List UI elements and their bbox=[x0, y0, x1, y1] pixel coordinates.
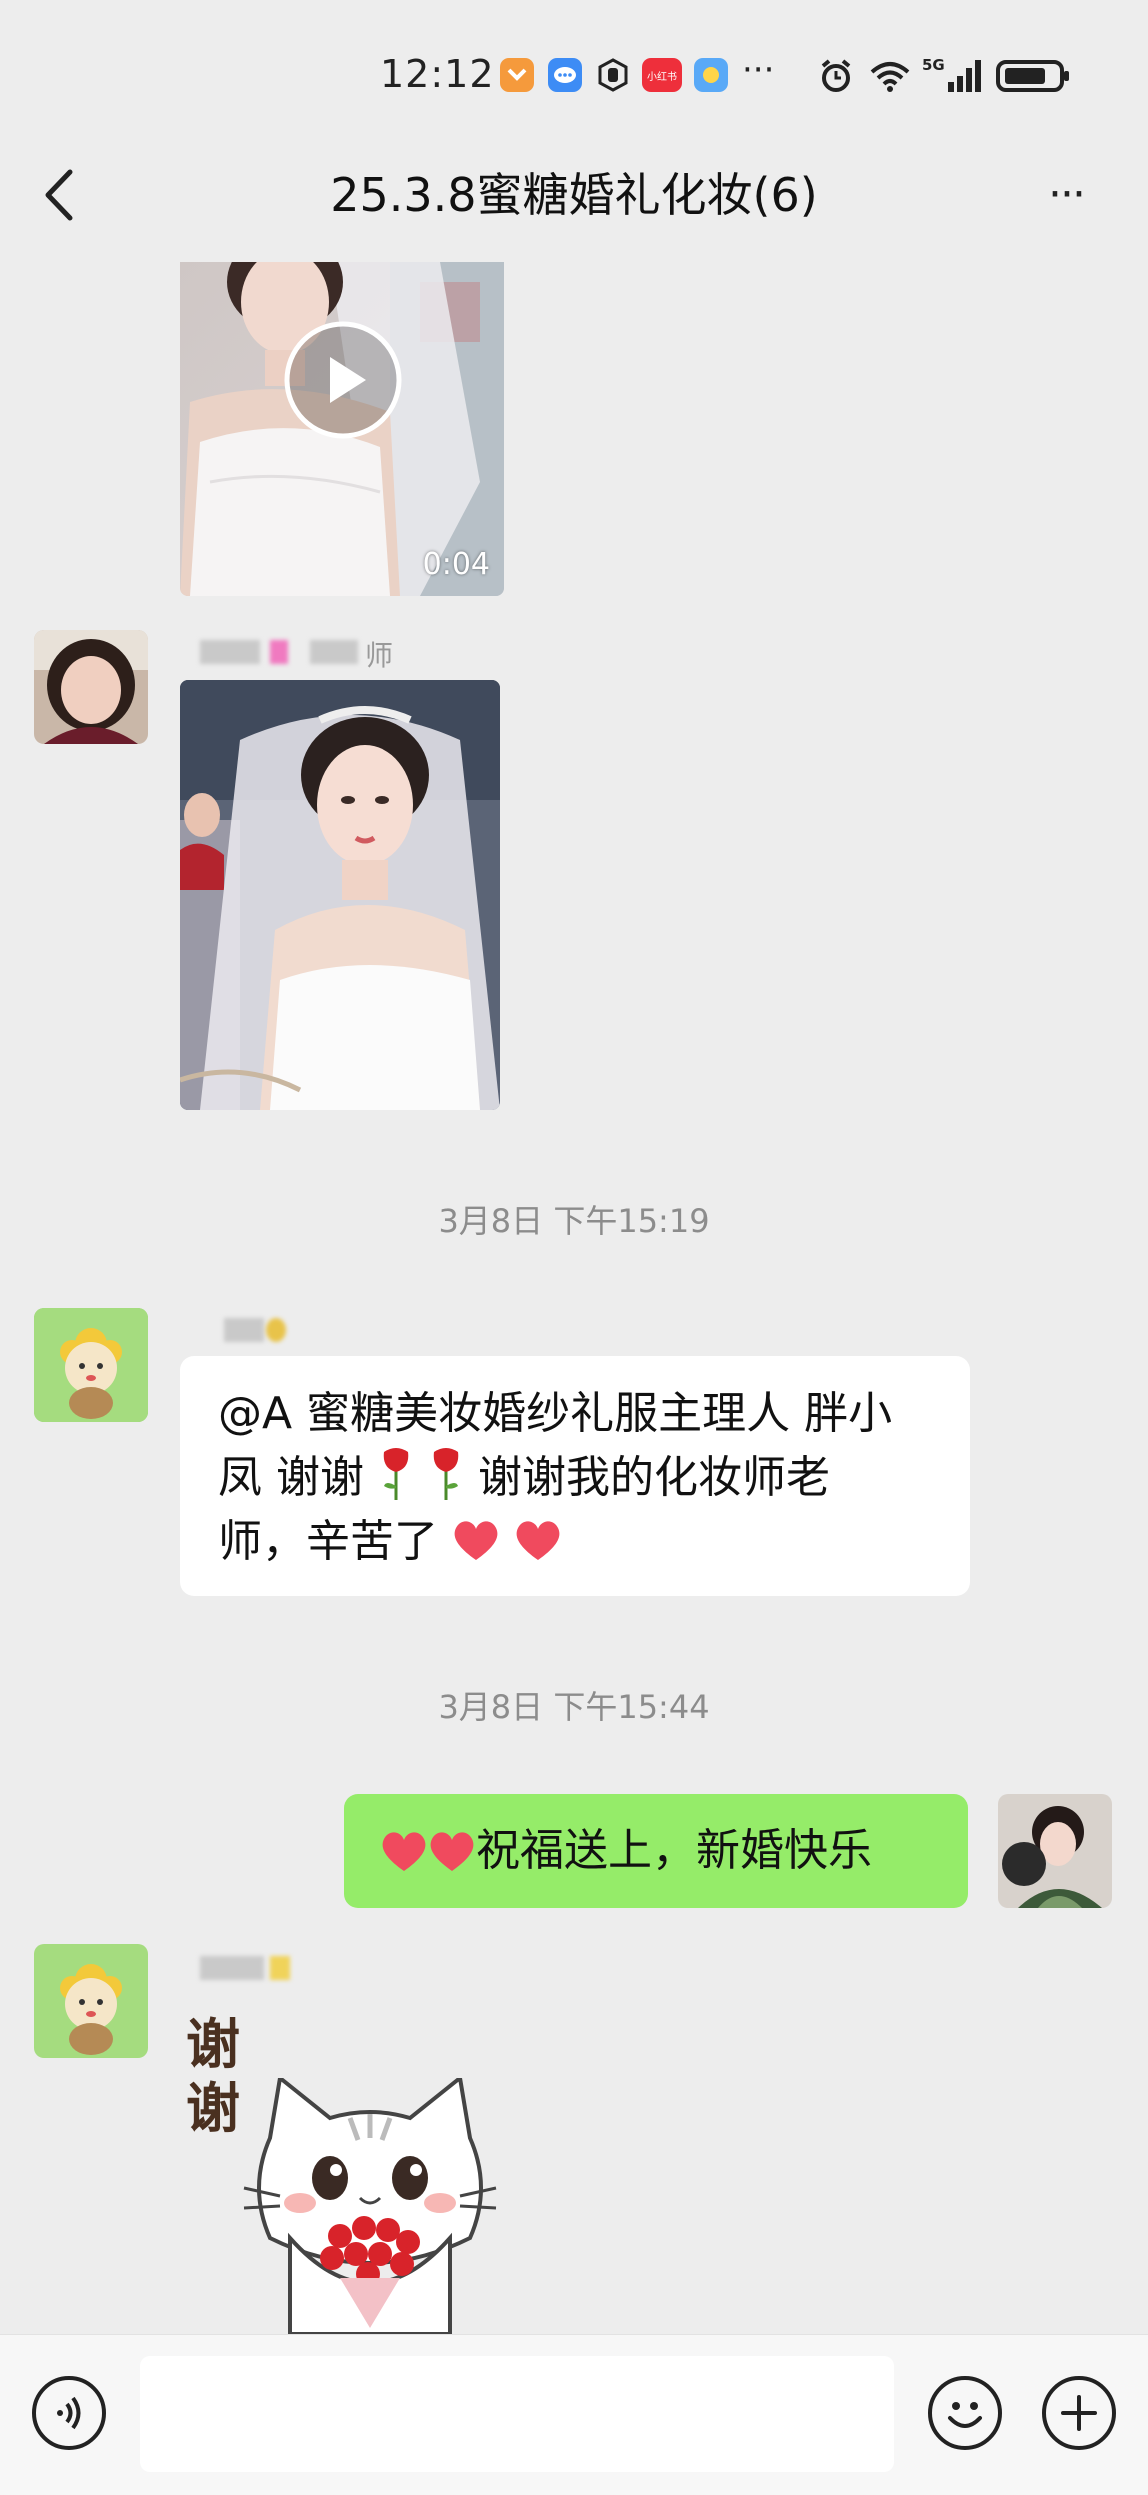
video-duration: 0:04 bbox=[422, 547, 490, 582]
heart-emoji-icon bbox=[430, 1832, 474, 1871]
message-bubble-text[interactable]: @A 蜜糖美妆婚纱礼服主理人 胖小 凤 谢谢 谢谢我的化妆师老 师，辛苦了 bbox=[180, 1356, 970, 1596]
app-icon-red-label: 小红书 bbox=[647, 70, 677, 83]
rose-emoji-icon bbox=[433, 1448, 459, 1500]
avatar[interactable] bbox=[34, 1944, 148, 2058]
my-avatar[interactable] bbox=[998, 1794, 1112, 1908]
timestamp: 3月8日 下午15:44 bbox=[438, 1688, 710, 1726]
message-line-1: @A 蜜糖美妆婚纱礼服主理人 胖小 bbox=[218, 1388, 893, 1439]
sender-name: 师 bbox=[180, 639, 410, 672]
message-line-2b: 谢谢我的化妆师老 bbox=[478, 1452, 830, 1503]
sticker-text-2: 谢 bbox=[186, 2077, 240, 2140]
signal-icon: 5G bbox=[922, 56, 982, 96]
chat-title: 25.3.8蜜糖婚礼化妆(6) bbox=[330, 168, 818, 222]
back-chevron-icon[interactable] bbox=[40, 160, 80, 230]
more-options-icon[interactable]: ··· bbox=[1036, 172, 1096, 218]
voice-icon bbox=[57, 2396, 81, 2430]
app-icon-blue-chat bbox=[548, 58, 582, 92]
video-thumbnail bbox=[180, 262, 504, 596]
heart-emoji-icon bbox=[454, 1521, 498, 1560]
image-message[interactable] bbox=[180, 680, 500, 1110]
heart-emoji-icon bbox=[382, 1832, 426, 1871]
network-label: 5G bbox=[922, 56, 945, 74]
cat-sticker bbox=[243, 2078, 497, 2334]
message-line-3a: 师，辛苦了 bbox=[218, 1516, 438, 1567]
status-more-dots-icon: ··· bbox=[742, 50, 775, 90]
status-time: 12:12 bbox=[380, 52, 495, 96]
emoji-button[interactable] bbox=[928, 2376, 1002, 2450]
app-icon-orange bbox=[500, 58, 534, 92]
app-icon-weather bbox=[694, 58, 728, 92]
message-line-2: 凤 谢谢 谢谢我的化妆师老 bbox=[218, 1446, 932, 1510]
wifi-icon bbox=[868, 58, 912, 94]
message-line-2a: 凤 谢谢 bbox=[218, 1452, 364, 1503]
timestamp: 3月8日 下午15:19 bbox=[438, 1202, 710, 1240]
video-message[interactable]: 0:04 bbox=[180, 262, 504, 596]
sender-name bbox=[180, 1318, 300, 1342]
message-line-3: 师，辛苦了 bbox=[218, 1510, 932, 1574]
voice-input-button[interactable] bbox=[32, 2376, 106, 2450]
heart-emoji-icon bbox=[516, 1521, 560, 1560]
sender-name bbox=[180, 1956, 300, 1980]
my-message-bubble[interactable]: 祝福送上，新婚快乐 bbox=[344, 1794, 968, 1908]
plus-button[interactable] bbox=[1042, 2376, 1116, 2450]
avatar[interactable] bbox=[34, 630, 148, 744]
message-input[interactable] bbox=[140, 2356, 894, 2472]
my-message-text: 祝福送上，新婚快乐 bbox=[476, 1825, 872, 1876]
app-icon-red: 小红书 bbox=[642, 58, 682, 92]
gesture-icon bbox=[596, 58, 630, 92]
plus-icon bbox=[1061, 2395, 1097, 2431]
avatar[interactable] bbox=[34, 1308, 148, 1422]
emoji-icon bbox=[948, 2402, 982, 2428]
sender-name-suffix: 师 bbox=[365, 639, 394, 672]
rose-emoji-icon bbox=[383, 1448, 409, 1500]
sticker-message[interactable]: 谢 谢 bbox=[180, 2000, 520, 2334]
battery-icon bbox=[996, 58, 1072, 94]
alarm-icon bbox=[818, 58, 854, 94]
bride-photo bbox=[180, 680, 500, 1110]
